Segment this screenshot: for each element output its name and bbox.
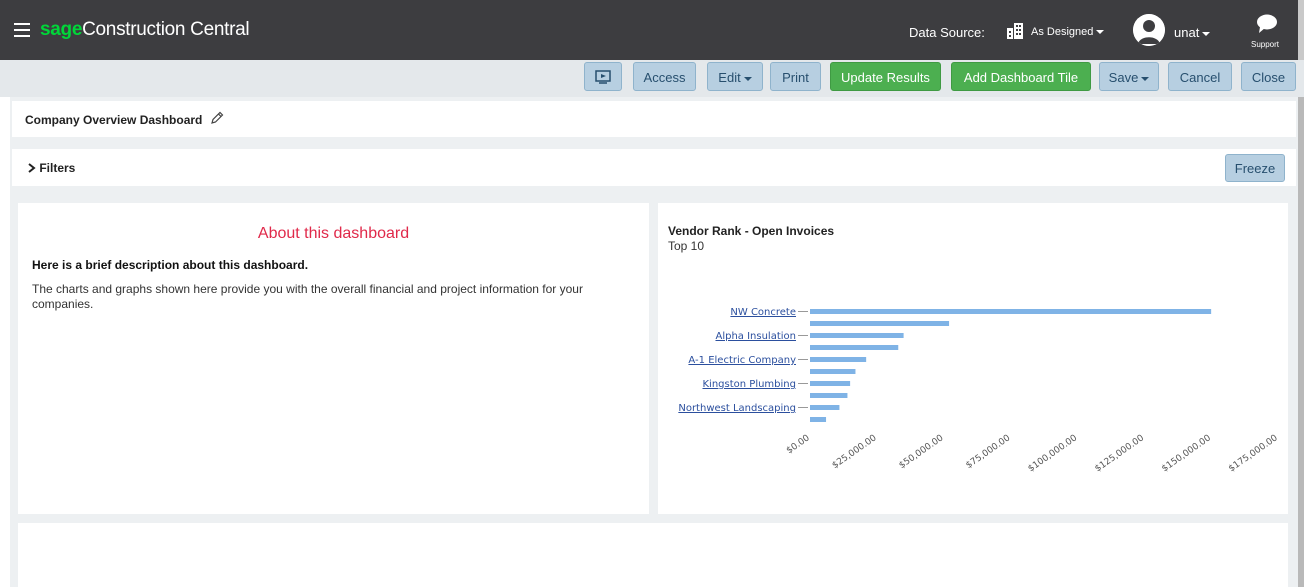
- save-label: Save: [1108, 70, 1139, 85]
- chart-bar[interactable]: [810, 321, 950, 326]
- chevron-down-icon: [1202, 31, 1211, 36]
- chart-bar[interactable]: [810, 381, 851, 386]
- vendor-link[interactable]: Kingston Plumbing: [703, 379, 797, 390]
- access-button[interactable]: Access: [633, 62, 696, 91]
- user-menu-dropdown[interactable]: unat: [1174, 25, 1211, 40]
- x-axis-tick-label: $150,000.00: [1160, 433, 1213, 474]
- user-name: unat: [1174, 25, 1200, 40]
- brand-sage-text: sage: [40, 19, 83, 40]
- brand-product-name: Construction Central: [82, 19, 250, 40]
- top-navigation-bar: sageConstruction Central Data Source: As…: [0, 0, 1304, 60]
- chart-bar[interactable]: [810, 393, 848, 398]
- save-dropdown-button[interactable]: Save: [1099, 62, 1159, 91]
- add-dashboard-tile-button[interactable]: Add Dashboard Tile: [951, 62, 1091, 91]
- chart-bar[interactable]: [810, 405, 840, 410]
- chart-bar[interactable]: [810, 357, 867, 362]
- chart-bar[interactable]: [810, 333, 904, 338]
- dashboard-title-bar: Company Overview Dashboard: [12, 101, 1296, 137]
- close-button[interactable]: Close: [1241, 62, 1296, 91]
- support-link[interactable]: Support: [1251, 40, 1279, 49]
- scrollbar-track[interactable]: [1298, 97, 1304, 587]
- chat-bubble-icon[interactable]: [1256, 14, 1278, 34]
- update-results-button[interactable]: Update Results: [830, 62, 941, 91]
- about-subheading: Here is a brief description about this d…: [32, 258, 309, 272]
- building-icon: [1007, 23, 1023, 39]
- dashboard-toolbar: Access Edit Print Update Results Add Das…: [0, 60, 1304, 97]
- x-axis-tick-label: $0.00: [785, 433, 812, 456]
- dashboard-content: Company Overview Dashboard Filters Freez…: [10, 97, 1298, 587]
- pencil-edit-icon[interactable]: [210, 111, 224, 125]
- user-avatar[interactable]: [1133, 14, 1165, 46]
- vendor-rank-tile: Vendor Rank - Open Invoices Top 10 NW Co…: [658, 203, 1288, 514]
- x-axis-tick-label: $100,000.00: [1027, 433, 1080, 474]
- user-silhouette-icon: [1133, 14, 1165, 46]
- filters-label: Filters: [39, 161, 76, 175]
- scrollbar-track-top: [1298, 0, 1304, 60]
- presentation-screen-icon: [595, 70, 611, 84]
- chevron-right-icon: [28, 163, 36, 173]
- chevron-down-icon: [1096, 30, 1105, 35]
- vendor-rank-bar-chart: NW Concrete Alpha Insulation A-1 Electric …: [678, 307, 1280, 474]
- freeze-button[interactable]: Freeze: [1225, 154, 1285, 182]
- chevron-down-icon: [743, 76, 752, 81]
- filters-toggle[interactable]: Filters: [28, 161, 75, 175]
- app-logo[interactable]: sageConstruction Central: [40, 19, 250, 41]
- chevron-down-icon: [1141, 76, 1150, 81]
- data-source-dropdown[interactable]: As Designed: [1031, 26, 1105, 38]
- edit-label: Edit: [718, 70, 741, 85]
- x-axis-tick-label: $50,000.00: [897, 433, 945, 471]
- chart-bar[interactable]: [810, 309, 1212, 314]
- filters-bar: Filters Freeze: [12, 149, 1296, 186]
- chart-bar[interactable]: [810, 417, 827, 422]
- dashboard-tile-empty: [18, 523, 1288, 587]
- vendor-link[interactable]: NW Concrete: [730, 307, 796, 318]
- vendor-link[interactable]: A-1 Electric Company: [688, 355, 796, 366]
- print-button[interactable]: Print: [770, 62, 821, 91]
- cancel-button[interactable]: Cancel: [1168, 62, 1232, 91]
- about-dashboard-tile: About this dashboard Here is a brief des…: [18, 203, 649, 514]
- chart-bar[interactable]: [810, 345, 899, 350]
- vendor-link[interactable]: Northwest Landscaping: [678, 403, 796, 414]
- about-description: The charts and graphs shown here provide…: [32, 282, 583, 311]
- edit-dropdown-button[interactable]: Edit: [707, 62, 763, 91]
- hamburger-menu-icon[interactable]: [14, 23, 30, 37]
- x-axis-tick-label: $175,000.00: [1227, 433, 1280, 474]
- x-axis-tick-label: $75,000.00: [964, 433, 1012, 471]
- about-heading: About this dashboard: [257, 225, 410, 242]
- page-title: Company Overview Dashboard: [25, 113, 203, 127]
- presentation-mode-button[interactable]: [584, 62, 622, 91]
- x-axis-tick-label: $125,000.00: [1093, 433, 1146, 474]
- x-axis-tick-label: $25,000.00: [831, 433, 879, 471]
- data-source-label: Data Source:: [909, 25, 985, 40]
- data-source-value: As Designed: [1031, 26, 1094, 38]
- vendor-link[interactable]: Alpha Insulation: [715, 331, 796, 342]
- chart-bar[interactable]: [810, 369, 856, 374]
